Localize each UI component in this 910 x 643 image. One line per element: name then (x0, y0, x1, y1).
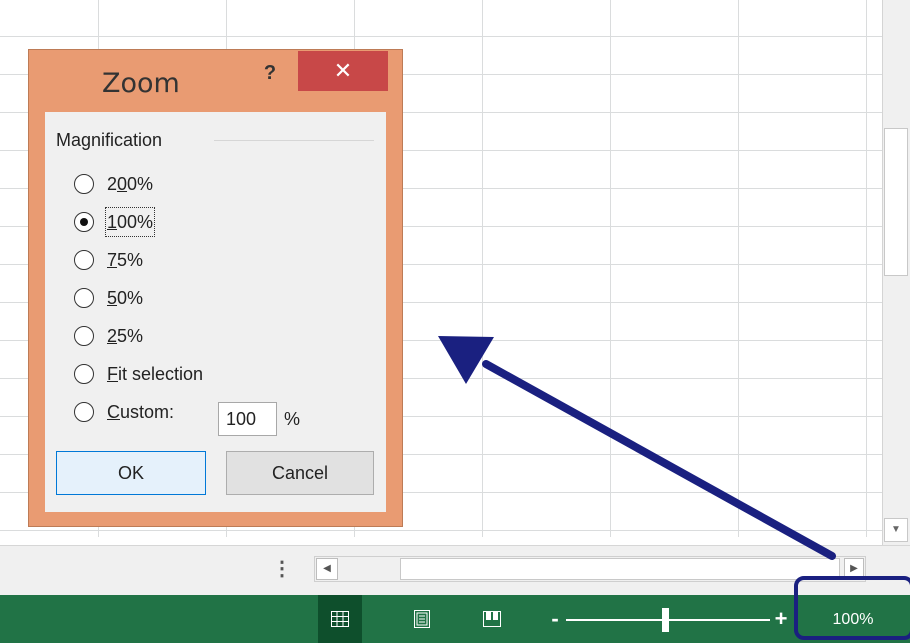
zoom-level-highlight (794, 576, 910, 640)
radio-dot-icon (80, 218, 88, 226)
page-break-view-button[interactable] (470, 595, 514, 643)
gridline (866, 0, 867, 537)
dialog-title: Zoom (102, 68, 180, 99)
gridline (0, 36, 882, 37)
help-icon[interactable]: ? (258, 56, 282, 90)
radio-label: 75% (107, 250, 144, 270)
magnification-group-label: Magnification (56, 130, 163, 150)
radio-label: 200% (107, 174, 154, 194)
radio-button-selected[interactable] (74, 212, 94, 232)
percent-label: % (284, 409, 301, 429)
radio-label: 100% (104, 207, 156, 237)
page-break-icon (483, 610, 501, 627)
zoom-in-button[interactable]: + (772, 606, 790, 632)
gridline (610, 0, 611, 537)
vertical-scroll-thumb[interactable] (884, 128, 908, 276)
grid-icon (331, 610, 349, 627)
radio-button[interactable] (74, 402, 94, 422)
radio-button[interactable] (74, 250, 94, 270)
horizontal-scroll-thumb[interactable] (400, 558, 840, 580)
custom-zoom-input[interactable]: 100 (218, 402, 277, 436)
gridline (0, 530, 882, 531)
radio-button[interactable] (74, 364, 94, 384)
scroll-down-arrow-icon[interactable]: ▼ (884, 518, 908, 542)
gridline (482, 0, 483, 537)
normal-view-button[interactable] (318, 595, 362, 643)
zoom-slider-thumb[interactable] (662, 608, 669, 632)
radio-label: 25% (107, 326, 144, 346)
page-layout-view-button[interactable] (400, 595, 444, 643)
close-button[interactable]: ✕ (298, 51, 388, 91)
radio-button[interactable] (74, 174, 94, 194)
cancel-button[interactable]: Cancel (226, 451, 374, 495)
radio-button[interactable] (74, 288, 94, 308)
page-layout-icon (414, 609, 430, 628)
group-divider (214, 140, 374, 141)
radio-button[interactable] (74, 326, 94, 346)
more-options-icon[interactable]: ⋮ (272, 556, 292, 582)
scroll-left-arrow-icon[interactable]: ◀ (316, 558, 338, 580)
radio-label: Custom: (107, 402, 175, 422)
gridline (738, 0, 739, 537)
ok-button[interactable]: OK (56, 451, 206, 495)
zoom-out-button[interactable]: - (546, 606, 564, 632)
close-icon: ✕ (333, 58, 353, 83)
radio-label: 50% (107, 288, 144, 308)
radio-label: Fit selection (107, 364, 204, 384)
